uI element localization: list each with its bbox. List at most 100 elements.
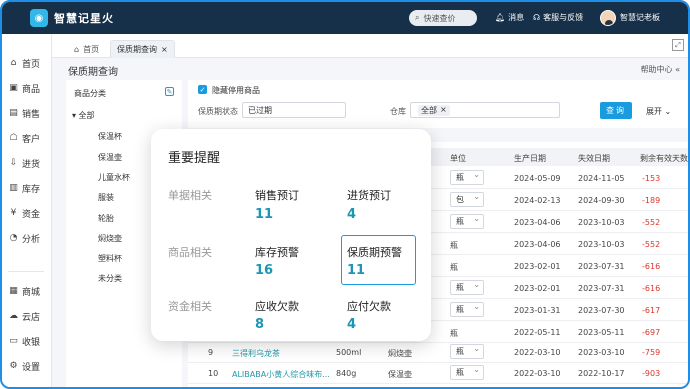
hide-disabled-label: 隐藏停用商品 [212,86,260,95]
category-title: 商品分类 [74,89,106,98]
filter-panel: ✓ 隐藏停用商品 保质期状态 已过期 仓库 全部 × 查询 展开 ⌄ [188,80,688,128]
sidebar-item-label: 收银 [22,337,41,348]
sidebar-item-home[interactable]: ⌂ 首页 [8,56,40,70]
tab-shelf-life-query[interactable]: 保质期查询 × [110,40,175,58]
customer-icon: ☖ [9,133,18,143]
unit-select[interactable]: 瓶 [450,214,484,229]
unit-select[interactable]: 瓶 [450,302,484,317]
sidebar-item-cloud-store[interactable]: ☁ 云店 [8,309,40,323]
production-date: 2023-04-06 [514,218,561,227]
service-feedback-label: 客服与反馈 [543,13,584,22]
remaining-days: -903 [642,369,661,378]
reminder-sales-order-value[interactable]: 11 [255,207,273,222]
avatar[interactable] [600,10,616,26]
messages-link[interactable]: 🔔︎ 消息 [495,12,524,23]
headset-icon: ☊ [533,13,541,22]
col-unit: 单位 [450,154,466,163]
app-title: 智慧记星火 [54,12,114,25]
reminder-shelf-life-value[interactable]: 11 [347,263,365,278]
reminder-sales-order-label[interactable]: 销售预订 [255,187,299,203]
quick-price-label: 快速查价 [423,13,456,23]
unit-select[interactable]: 瓶 [450,365,484,380]
sidebar-item-settings[interactable]: ⚙ 设置 [8,359,40,373]
warehouse-label: 仓库 [390,107,406,116]
category-item[interactable]: 保温壶 [98,152,122,163]
reminder-receivable-label[interactable]: 应收欠款 [255,298,299,314]
remaining-days: -552 [642,218,661,227]
reminder-receivable-value[interactable]: 8 [255,317,264,332]
help-center-link[interactable]: 帮助中心 « [641,64,680,75]
expiry-date: 2023-07-31 [578,262,625,271]
status-select[interactable]: 已过期 [242,102,346,118]
quick-price-search[interactable]: ⌕ 快速查价 [409,10,477,26]
sidebar-item-mall[interactable]: ▦ 商城 [8,284,40,298]
category-item[interactable]: 塑料杯 [98,253,122,264]
reminder-shelf-life-label[interactable]: 保质期预警 [347,244,402,260]
search-icon: ⌕ [415,13,420,22]
col-remaining-days: 剩余有效天数 [640,154,688,163]
sidebar-item-customer[interactable]: ☖ 客户 [8,131,40,145]
sidebar-divider [8,271,44,272]
unit-select[interactable]: 瓶 [450,344,484,359]
sidebar-item-funds[interactable]: ¥ 资金 [8,206,40,220]
unit-select[interactable]: 瓶 [450,280,484,295]
table-row[interactable]: 10 ALIBABA小黄人综合味布... 840g 保温壶 瓶 2022-03-10 202… [188,362,688,384]
warehouse-select[interactable]: 全部 × [410,102,560,118]
query-button[interactable]: 查询 [600,102,632,119]
sidebar-item-analysis[interactable]: ◔ 分析 [8,231,40,245]
category-item[interactable]: 未分类 [98,273,122,284]
close-icon[interactable]: × [161,45,168,54]
expiry-date: 2024-11-05 [578,174,625,183]
category-item[interactable]: 儿童水杯 [98,172,130,183]
reminder-payable-label[interactable]: 应付欠款 [347,298,391,314]
table-row[interactable]: 9 三得利乌龙茶 500ml 焖烧壶 瓶 2022-03-10 2023-03-10 -759 [188,341,688,363]
reminder-purchase-order-value[interactable]: 4 [347,207,356,222]
remaining-days: -617 [642,306,661,315]
sidebar-item-label: 进货 [22,159,41,170]
expand-filter-link[interactable]: 展开 ⌄ [646,106,671,117]
tab-home-label: 首页 [83,44,100,54]
product-name[interactable]: ALIBABA小黄人综合味布... [232,369,330,380]
sidebar-item-label: 销售 [22,109,41,120]
product-name[interactable]: 三得利乌龙茶 [232,348,280,359]
reminder-stock-warning-value[interactable]: 16 [255,263,273,278]
group-label-documents: 单据相关 [168,189,212,202]
home-icon: ⌂ [10,58,17,68]
warehouse-tag: 全部 × [418,104,450,116]
category-item[interactable]: 焖烧壶 [98,233,122,244]
sidebar-item-goods[interactable]: ▣ 商品 [8,81,40,95]
sidebar-item-sales[interactable]: ▤ 销售 [8,106,40,120]
hide-disabled-checkbox[interactable]: ✓ [198,85,207,94]
sidebar-item-stock[interactable]: ▥ 库存 [8,181,40,195]
status-label: 保质期状态 [198,107,238,116]
reminder-purchase-order-label[interactable]: 进货预订 [347,187,391,203]
tab-home[interactable]: ⌂ 首页 [68,40,105,58]
production-date: 2023-01-31 [514,306,561,315]
reminder-stock-warning-label[interactable]: 库存预警 [255,244,299,260]
user-menu[interactable]: 智慧记老板 [620,12,660,23]
category-item[interactable]: 服装 [98,192,114,203]
product-spec: 500ml [336,348,362,357]
app-logo-icon: ◉ [30,9,48,27]
sidebar-item-cashier[interactable]: ▭ 收银 [8,334,40,348]
unit-select[interactable]: 瓶 [450,170,484,185]
remaining-days: -552 [642,240,661,249]
category-item[interactable]: 保温杯 [98,131,122,142]
category-root[interactable]: ▾ 全部 [72,110,95,121]
product-category: 保温壶 [388,370,412,379]
remaining-days: -189 [642,196,661,205]
close-icon[interactable]: × [440,105,447,116]
unit-select[interactable]: 包 [450,192,484,207]
row-number: 9 [208,348,214,357]
edit-category-icon[interactable]: ✎ [165,87,174,96]
category-item[interactable]: 轮胎 [98,213,114,224]
money-icon: ¥ [10,208,17,218]
production-date: 2024-02-13 [514,196,561,205]
production-date: 2022-03-10 [514,369,561,378]
service-feedback-link[interactable]: ☊ 客服与反馈 [533,12,583,23]
fullscreen-icon[interactable]: ⤢ [672,39,684,51]
bell-icon: 🔔︎ [495,13,506,22]
reminder-payable-value[interactable]: 4 [347,317,356,332]
tab-active-label: 保质期查询 [117,45,157,54]
sidebar-item-purchase[interactable]: ⇩ 进货 [8,156,40,170]
